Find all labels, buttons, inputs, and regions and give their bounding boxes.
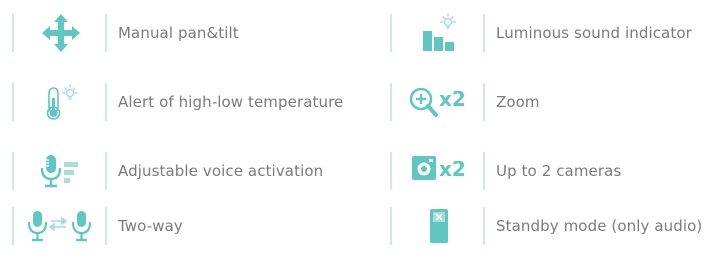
- two-way-microphone-icon: [18, 205, 103, 247]
- feature-label: Manual pan&tilt: [118, 24, 239, 42]
- divider: [105, 207, 107, 245]
- divider: [105, 83, 107, 121]
- standby-device-icon: [396, 205, 481, 247]
- feature-voice-activation: Adjustable voice activation: [12, 150, 352, 192]
- feature-label: Luminous sound indicator: [496, 24, 692, 42]
- divider: [390, 152, 392, 190]
- feature-two-way: Two-way: [12, 205, 352, 247]
- divider: [12, 83, 14, 121]
- icon-suffix: x2: [439, 87, 466, 111]
- divider: [483, 83, 485, 121]
- divider: [12, 207, 14, 245]
- divider: [390, 14, 392, 52]
- feature-label: Up to 2 cameras: [496, 162, 622, 180]
- feature-label: Alert of high-low temperature: [118, 93, 344, 111]
- divider: [12, 152, 14, 190]
- divider: [483, 207, 485, 245]
- feature-luminous-sound-indicator: Luminous sound indicator: [390, 12, 723, 54]
- light-sound-level-icon: [396, 12, 481, 54]
- feature-temperature-alert: Alert of high-low temperature: [12, 81, 352, 123]
- feature-zoom: x2 Zoom: [390, 81, 723, 123]
- divider: [390, 83, 392, 121]
- feature-label: Two-way: [118, 217, 183, 235]
- divider: [105, 14, 107, 52]
- divider: [105, 152, 107, 190]
- pan-tilt-arrows-icon: [18, 12, 103, 54]
- divider: [483, 152, 485, 190]
- thermometer-light-icon: [18, 81, 103, 123]
- zoom-in-icon: x2: [396, 81, 481, 123]
- divider: [483, 14, 485, 52]
- camera-icon: x2: [396, 150, 481, 192]
- feature-up-to-2-cameras: x2 Up to 2 cameras: [390, 150, 723, 192]
- feature-label: Zoom: [496, 93, 540, 111]
- divider: [12, 14, 14, 52]
- divider: [390, 207, 392, 245]
- icon-suffix: x2: [439, 157, 466, 181]
- microphone-levels-icon: [18, 150, 103, 192]
- feature-standby-mode: Standby mode (only audio): [390, 205, 723, 247]
- feature-label: Adjustable voice activation: [118, 162, 324, 180]
- feature-label: Standby mode (only audio): [496, 217, 703, 235]
- feature-manual-pan-tilt: Manual pan&tilt: [12, 12, 352, 54]
